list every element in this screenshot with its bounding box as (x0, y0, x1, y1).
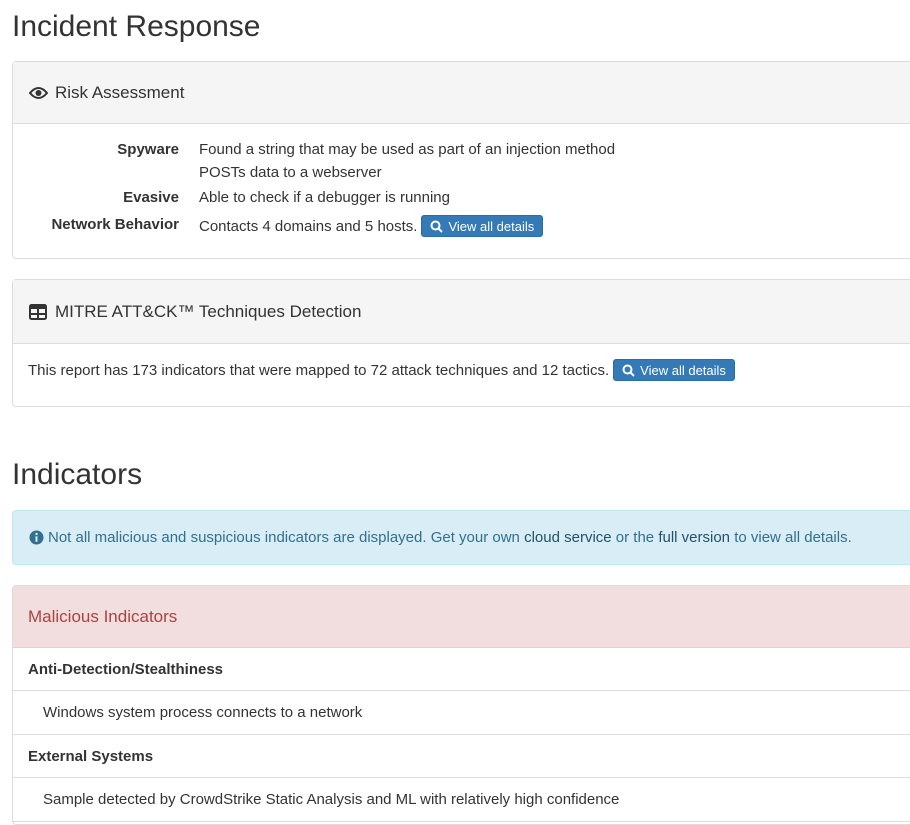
mitre-heading: MITRE ATT&CK™ Techniques Detection (13, 280, 910, 344)
risk-row-network: Network Behavior Contacts 4 domains and … (13, 214, 713, 240)
category-row: External Systems (13, 735, 910, 778)
malicious-indicators-panel: Malicious Indicators Anti-Detection/Stea… (12, 585, 910, 825)
alert-prefix: Not all malicious and suspicious indicat… (48, 529, 520, 546)
alert-text: Not all malicious and suspicious indicat… (48, 529, 852, 546)
risk-value: Able to check if a debugger is running (199, 189, 450, 206)
mitre-view-details-button[interactable]: View all details (613, 359, 735, 381)
risk-assessment-heading: Risk Assessment (13, 62, 910, 124)
risk-assessment-panel: Risk Assessment Spyware Found a string t… (12, 61, 910, 259)
mitre-panel: MITRE ATT&CK™ Techniques Detection This … (12, 279, 910, 407)
full-version-link[interactable]: full version (658, 529, 730, 546)
risk-row-spyware: Spyware Found a string that may be used … (13, 141, 713, 185)
risk-value-network: Contacts 4 domains and 5 hosts. View all… (199, 214, 544, 238)
risk-value: Found a string that may be used as part … (199, 141, 616, 158)
table-icon (28, 302, 48, 322)
risk-label: Spyware (117, 141, 179, 158)
alert-middle: or the (615, 529, 655, 546)
button-label: View all details (448, 218, 535, 234)
category-row: Anti-Detection/Stealthiness (13, 648, 910, 691)
risk-label: Network Behavior (51, 216, 179, 233)
mitre-text: This report has 173 indicators that were… (28, 361, 610, 379)
risk-assessment-title: Risk Assessment (55, 82, 185, 102)
mitre-body: This report has 173 indicators that were… (28, 359, 735, 381)
button-label: View all details (640, 362, 726, 378)
info-icon (29, 530, 44, 545)
risk-value: Contacts 4 domains and 5 hosts. (199, 217, 418, 235)
search-icon (430, 220, 444, 233)
indicator-row[interactable]: Sample detected by CrowdStrike Static An… (13, 778, 910, 822)
mitre-title: MITRE ATT&CK™ Techniques Detection (55, 301, 362, 321)
risk-value: POSTs data to a webserver (199, 164, 382, 181)
page-title: Incident Response (12, 10, 261, 43)
cloud-service-link[interactable]: cloud service (524, 529, 612, 546)
risk-label: Evasive (123, 189, 179, 206)
indicators-title: Indicators (12, 458, 143, 491)
alert-suffix: to view all details. (734, 529, 852, 546)
risk-view-details-button[interactable]: View all details (421, 215, 544, 237)
info-alert: Not all malicious and suspicious indicat… (12, 510, 910, 565)
search-icon (622, 364, 635, 377)
eye-icon (28, 83, 48, 103)
malicious-indicators-heading: Malicious Indicators (13, 586, 910, 648)
risk-row-evasive: Evasive Able to check if a debugger is r… (13, 189, 713, 209)
indicator-row[interactable]: Windows system process connects to a net… (13, 691, 910, 735)
